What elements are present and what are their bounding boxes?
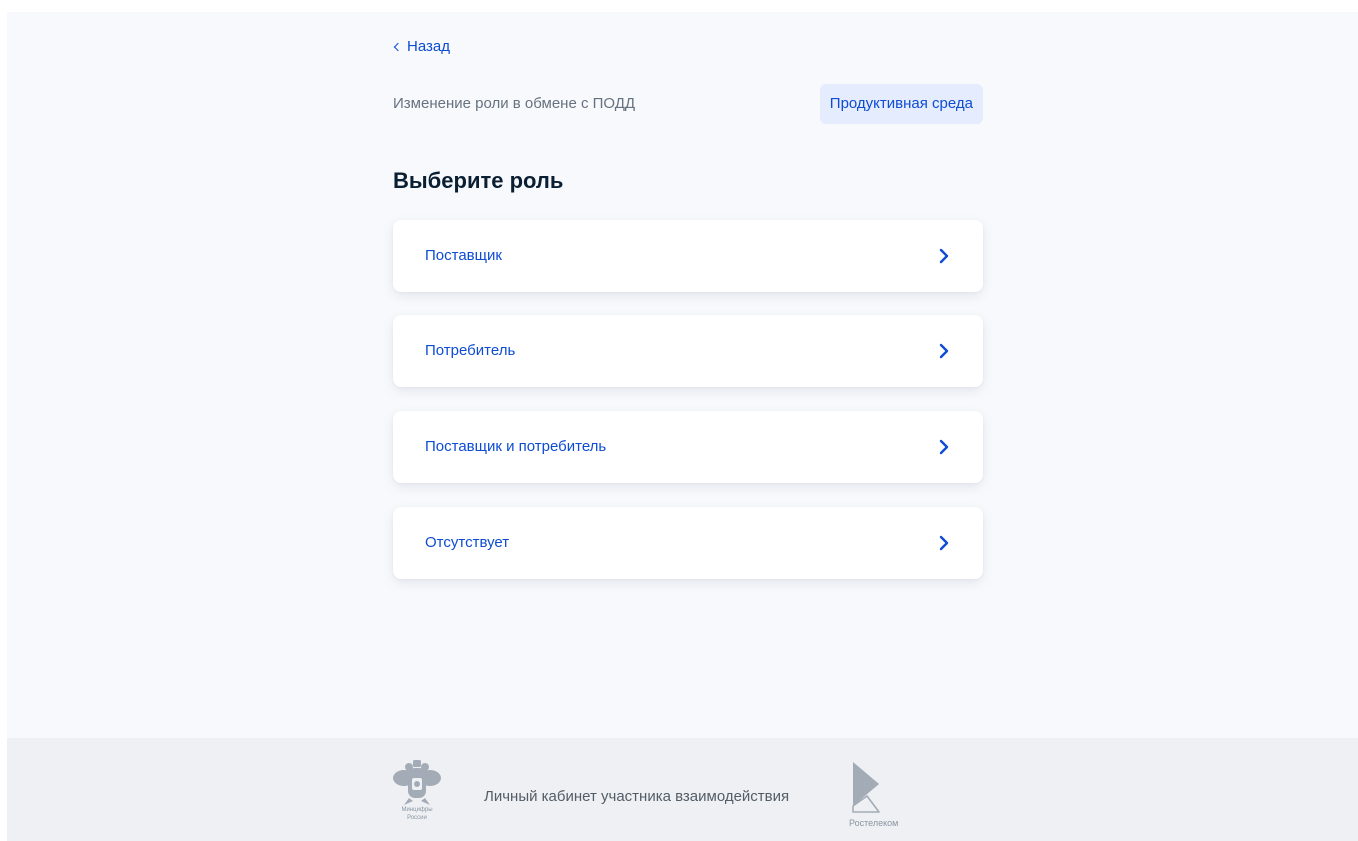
back-link[interactable]: Назад xyxy=(393,38,450,55)
role-option-supplier[interactable]: Поставщик xyxy=(393,220,983,292)
rostelecom-caption: Ростелеком xyxy=(849,818,899,828)
page: Назад Изменение роли в обмене с ПОДД Про… xyxy=(7,12,1358,841)
role-option-supplier-and-consumer[interactable]: Поставщик и потребитель xyxy=(393,411,983,483)
chevron-right-icon xyxy=(939,439,949,455)
chevron-right-icon xyxy=(939,535,949,551)
chevron-left-icon xyxy=(393,42,403,52)
back-link-label: Назад xyxy=(407,38,450,55)
role-option-label: Поставщик xyxy=(425,247,502,264)
page-subtitle: Изменение роли в обмене с ПОДД xyxy=(393,95,636,112)
footer: Минцифры России Личный кабинет участника… xyxy=(7,738,1358,841)
role-option-none[interactable]: Отсутствует xyxy=(393,507,983,579)
environment-badge: Продуктивная среда xyxy=(819,84,983,124)
role-option-label: Отсутствует xyxy=(425,534,510,551)
role-option-label: Потребитель xyxy=(425,342,516,359)
role-option-label: Поставщик и потребитель xyxy=(425,438,607,455)
footer-title: Личный кабинет участника взаимодействия xyxy=(484,788,790,805)
page-title: Выберите роль xyxy=(393,168,564,193)
coat-of-arms-icon xyxy=(393,760,441,805)
main-area: Назад Изменение роли в обмене с ПОДД Про… xyxy=(7,12,1358,738)
rostelecom-icon xyxy=(852,762,880,813)
chevron-right-icon xyxy=(939,343,949,359)
chevron-right-icon xyxy=(939,248,949,264)
emblem-caption: Минцифры России xyxy=(401,807,433,821)
mintsifry-logo: Минцифры России xyxy=(391,760,455,832)
subtitle-row: Изменение роли в обмене с ПОДД Продуктив… xyxy=(393,84,983,124)
role-option-consumer[interactable]: Потребитель xyxy=(393,315,983,387)
rostelecom-logo: Ростелеком xyxy=(849,760,919,832)
